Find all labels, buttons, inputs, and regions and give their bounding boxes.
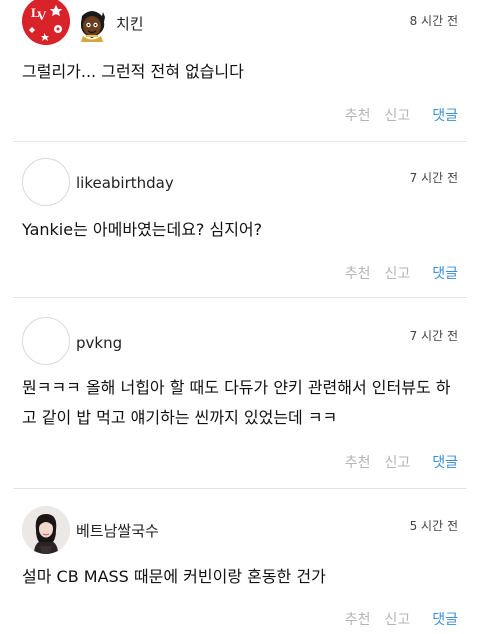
reply-button[interactable]: 댓글 xyxy=(432,609,458,629)
report-button[interactable]: 신고 xyxy=(384,609,410,629)
username[interactable]: likeabirthday xyxy=(76,174,174,192)
timestamp: 8 시간 전 xyxy=(409,14,458,28)
timestamp: 7 시간 전 xyxy=(409,329,458,343)
recommend-button[interactable]: 추천 xyxy=(345,452,371,472)
report-button[interactable]: 신고 xyxy=(384,263,410,283)
reply-button[interactable]: 댓글 xyxy=(432,105,458,125)
avatar[interactable] xyxy=(22,317,70,365)
profile-photo-icon xyxy=(22,506,70,554)
louis-vuitton-logo-icon: L V xyxy=(22,0,70,45)
timestamp: 7 시간 전 xyxy=(409,171,458,185)
divider xyxy=(13,141,467,142)
recommend-button[interactable]: 추천 xyxy=(345,609,371,629)
report-button[interactable]: 신고 xyxy=(384,452,410,472)
recommend-button[interactable]: 추천 xyxy=(345,105,371,125)
reply-button[interactable]: 댓글 xyxy=(432,263,458,283)
username[interactable]: pvkng xyxy=(76,334,122,352)
comment-text: Yankie는 아메바였는데요? 심지어? xyxy=(22,220,263,239)
divider xyxy=(13,488,467,489)
report-button[interactable]: 신고 xyxy=(384,105,410,125)
avatar[interactable] xyxy=(22,506,70,554)
avatar[interactable]: L V xyxy=(22,0,70,45)
comment-actions: 추천 신고 댓글 xyxy=(331,263,458,283)
comment-text: 설마 CB MASS 때문에 커빈이랑 혼동한 건가 xyxy=(22,567,326,586)
timestamp: 5 시간 전 xyxy=(409,519,458,533)
divider xyxy=(13,297,467,298)
username[interactable]: 베트남쌀국수 xyxy=(76,520,159,541)
recommend-button[interactable]: 추천 xyxy=(345,263,371,283)
svg-text:V: V xyxy=(37,8,47,23)
comment-text: 뭔ㅋㅋㅋ 올해 너힙아 할 때도 다듀가 얀키 관련해서 인터뷰도 하고 같이 … xyxy=(22,378,451,427)
comment-actions: 추천 신고 댓글 xyxy=(331,452,458,472)
username[interactable]: 치킨 xyxy=(116,13,144,34)
user-badge-icon xyxy=(74,6,110,42)
reply-button[interactable]: 댓글 xyxy=(432,452,458,472)
comment-text: 그럴리가... 그런적 전혀 없습니다 xyxy=(22,62,244,81)
avatar[interactable] xyxy=(22,158,70,206)
comment-actions: 추천 신고 댓글 xyxy=(331,105,458,125)
comment-actions: 추천 신고 댓글 xyxy=(331,609,458,629)
